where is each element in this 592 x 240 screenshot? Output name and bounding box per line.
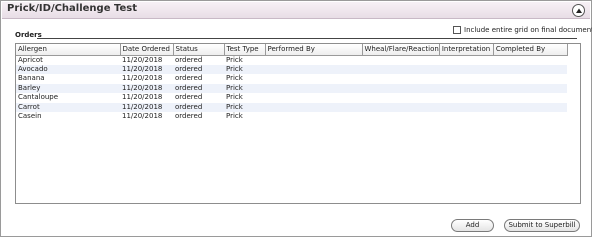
cell-reaction[interactable] [362, 93, 439, 103]
cell-date-ordered: 11/20/2018 [122, 93, 163, 102]
table-row[interactable]: Cantaloupe 11/20/2018 ordered Prick [16, 93, 567, 103]
cell-test-type: Prick [224, 64, 265, 74]
cell-date-ordered: 11/20/2018 [120, 64, 173, 74]
panel-title: Prick/ID/Challenge Test [7, 3, 137, 14]
cell-date-ordered: 11/20/2018 [122, 112, 163, 121]
chevron-up-icon [576, 8, 582, 13]
cell-reaction[interactable] [362, 83, 440, 93]
cell-completed-by[interactable] [493, 74, 567, 84]
cell-performed-by[interactable] [265, 55, 362, 65]
cell-completed-by[interactable] [493, 93, 567, 103]
column-header-performed-by[interactable]: Performed By [265, 44, 363, 56]
cell-interpretation[interactable] [439, 64, 494, 74]
cell-allergen: Avocado [16, 64, 120, 74]
submit-to-superbill-button[interactable]: Submit to Superbill [504, 219, 580, 232]
cell-completed-by[interactable] [493, 112, 567, 122]
cell-status: ordered [175, 112, 203, 121]
cell-interpretation[interactable] [439, 74, 493, 84]
cell-test-type: Prick [224, 102, 265, 112]
cell-date-ordered: 11/20/2018 [120, 102, 173, 112]
column-header-reaction[interactable]: Wheal/Flare/Reaction [362, 44, 440, 56]
cell-reaction[interactable] [362, 102, 440, 112]
cell-allergen: Cantaloupe [18, 93, 59, 102]
cell-status: ordered [173, 64, 224, 74]
cell-performed-by[interactable] [265, 74, 362, 84]
table-row[interactable]: Casein 11/20/2018 ordered Prick [16, 112, 567, 122]
cell-test-type: Prick [226, 55, 243, 64]
cell-interpretation[interactable] [439, 83, 494, 93]
cell-performed-by[interactable] [265, 83, 362, 93]
table-row[interactable]: Carrot 11/20/2018 ordered Prick [16, 102, 568, 112]
cell-test-type: Prick [226, 74, 243, 83]
column-header-test-type[interactable]: Test Type [224, 44, 266, 56]
cell-allergen: Carrot [16, 102, 120, 112]
cell-performed-by[interactable] [265, 102, 362, 112]
cell-interpretation[interactable] [439, 112, 493, 122]
table-row[interactable]: Apricot 11/20/2018 ordered Prick [16, 55, 567, 65]
grid-header-row: Allergen Date Ordered Status Test Type P… [16, 44, 568, 56]
cell-test-type: Prick [224, 83, 265, 93]
cell-performed-by[interactable] [265, 112, 362, 122]
prick-test-panel: Prick/ID/Challenge Test Include entire g… [0, 0, 592, 237]
cell-reaction[interactable] [362, 55, 439, 65]
add-button[interactable]: Add [451, 219, 494, 232]
include-grid-label: Include entire grid on final document [464, 26, 592, 34]
cell-date-ordered: 11/20/2018 [120, 83, 173, 93]
column-header-allergen[interactable]: Allergen [16, 44, 121, 56]
orders-divider [37, 38, 577, 39]
cell-completed-by[interactable] [493, 102, 568, 112]
cell-test-type: Prick [226, 112, 243, 121]
orders-table: Allergen Date Ordered Status Test Type P… [16, 44, 568, 122]
cell-reaction[interactable] [362, 112, 439, 122]
cell-interpretation[interactable] [439, 93, 493, 103]
cell-status: ordered [175, 93, 203, 102]
cell-performed-by[interactable] [265, 93, 362, 103]
cell-allergen: Banana [18, 74, 45, 83]
cell-reaction[interactable] [362, 64, 440, 74]
cell-performed-by[interactable] [265, 64, 362, 74]
cell-reaction[interactable] [362, 74, 439, 84]
panel-header: Prick/ID/Challenge Test [2, 2, 590, 19]
orders-grid: Allergen Date Ordered Status Test Type P… [15, 43, 581, 204]
table-row[interactable]: Barley 11/20/2018 ordered Prick [16, 83, 568, 93]
column-header-interpretation[interactable]: Interpretation [439, 44, 494, 56]
cell-interpretation[interactable] [439, 55, 493, 65]
cell-status: ordered [175, 74, 203, 83]
cell-date-ordered: 11/20/2018 [122, 74, 163, 83]
collapse-button[interactable] [572, 4, 585, 17]
cell-completed-by[interactable] [493, 64, 568, 74]
column-header-status[interactable]: Status [173, 44, 225, 56]
table-row[interactable]: Banana 11/20/2018 ordered Prick [16, 74, 567, 84]
cell-completed-by[interactable] [493, 83, 568, 93]
cell-allergen: Barley [16, 83, 120, 93]
column-header-date-ordered[interactable]: Date Ordered [120, 44, 174, 56]
table-row[interactable]: Avocado 11/20/2018 ordered Prick [16, 64, 568, 74]
cell-completed-by[interactable] [493, 55, 567, 65]
cell-test-type: Prick [226, 93, 243, 102]
cell-date-ordered: 11/20/2018 [122, 55, 163, 64]
cell-allergen: Apricot [18, 55, 43, 64]
cell-status: ordered [175, 55, 203, 64]
cell-status: ordered [173, 102, 224, 112]
cell-interpretation[interactable] [439, 102, 494, 112]
cell-status: ordered [173, 83, 224, 93]
include-grid-checkbox[interactable] [453, 26, 461, 34]
cell-allergen: Casein [18, 112, 42, 121]
column-header-completed-by[interactable]: Completed By [493, 44, 568, 56]
